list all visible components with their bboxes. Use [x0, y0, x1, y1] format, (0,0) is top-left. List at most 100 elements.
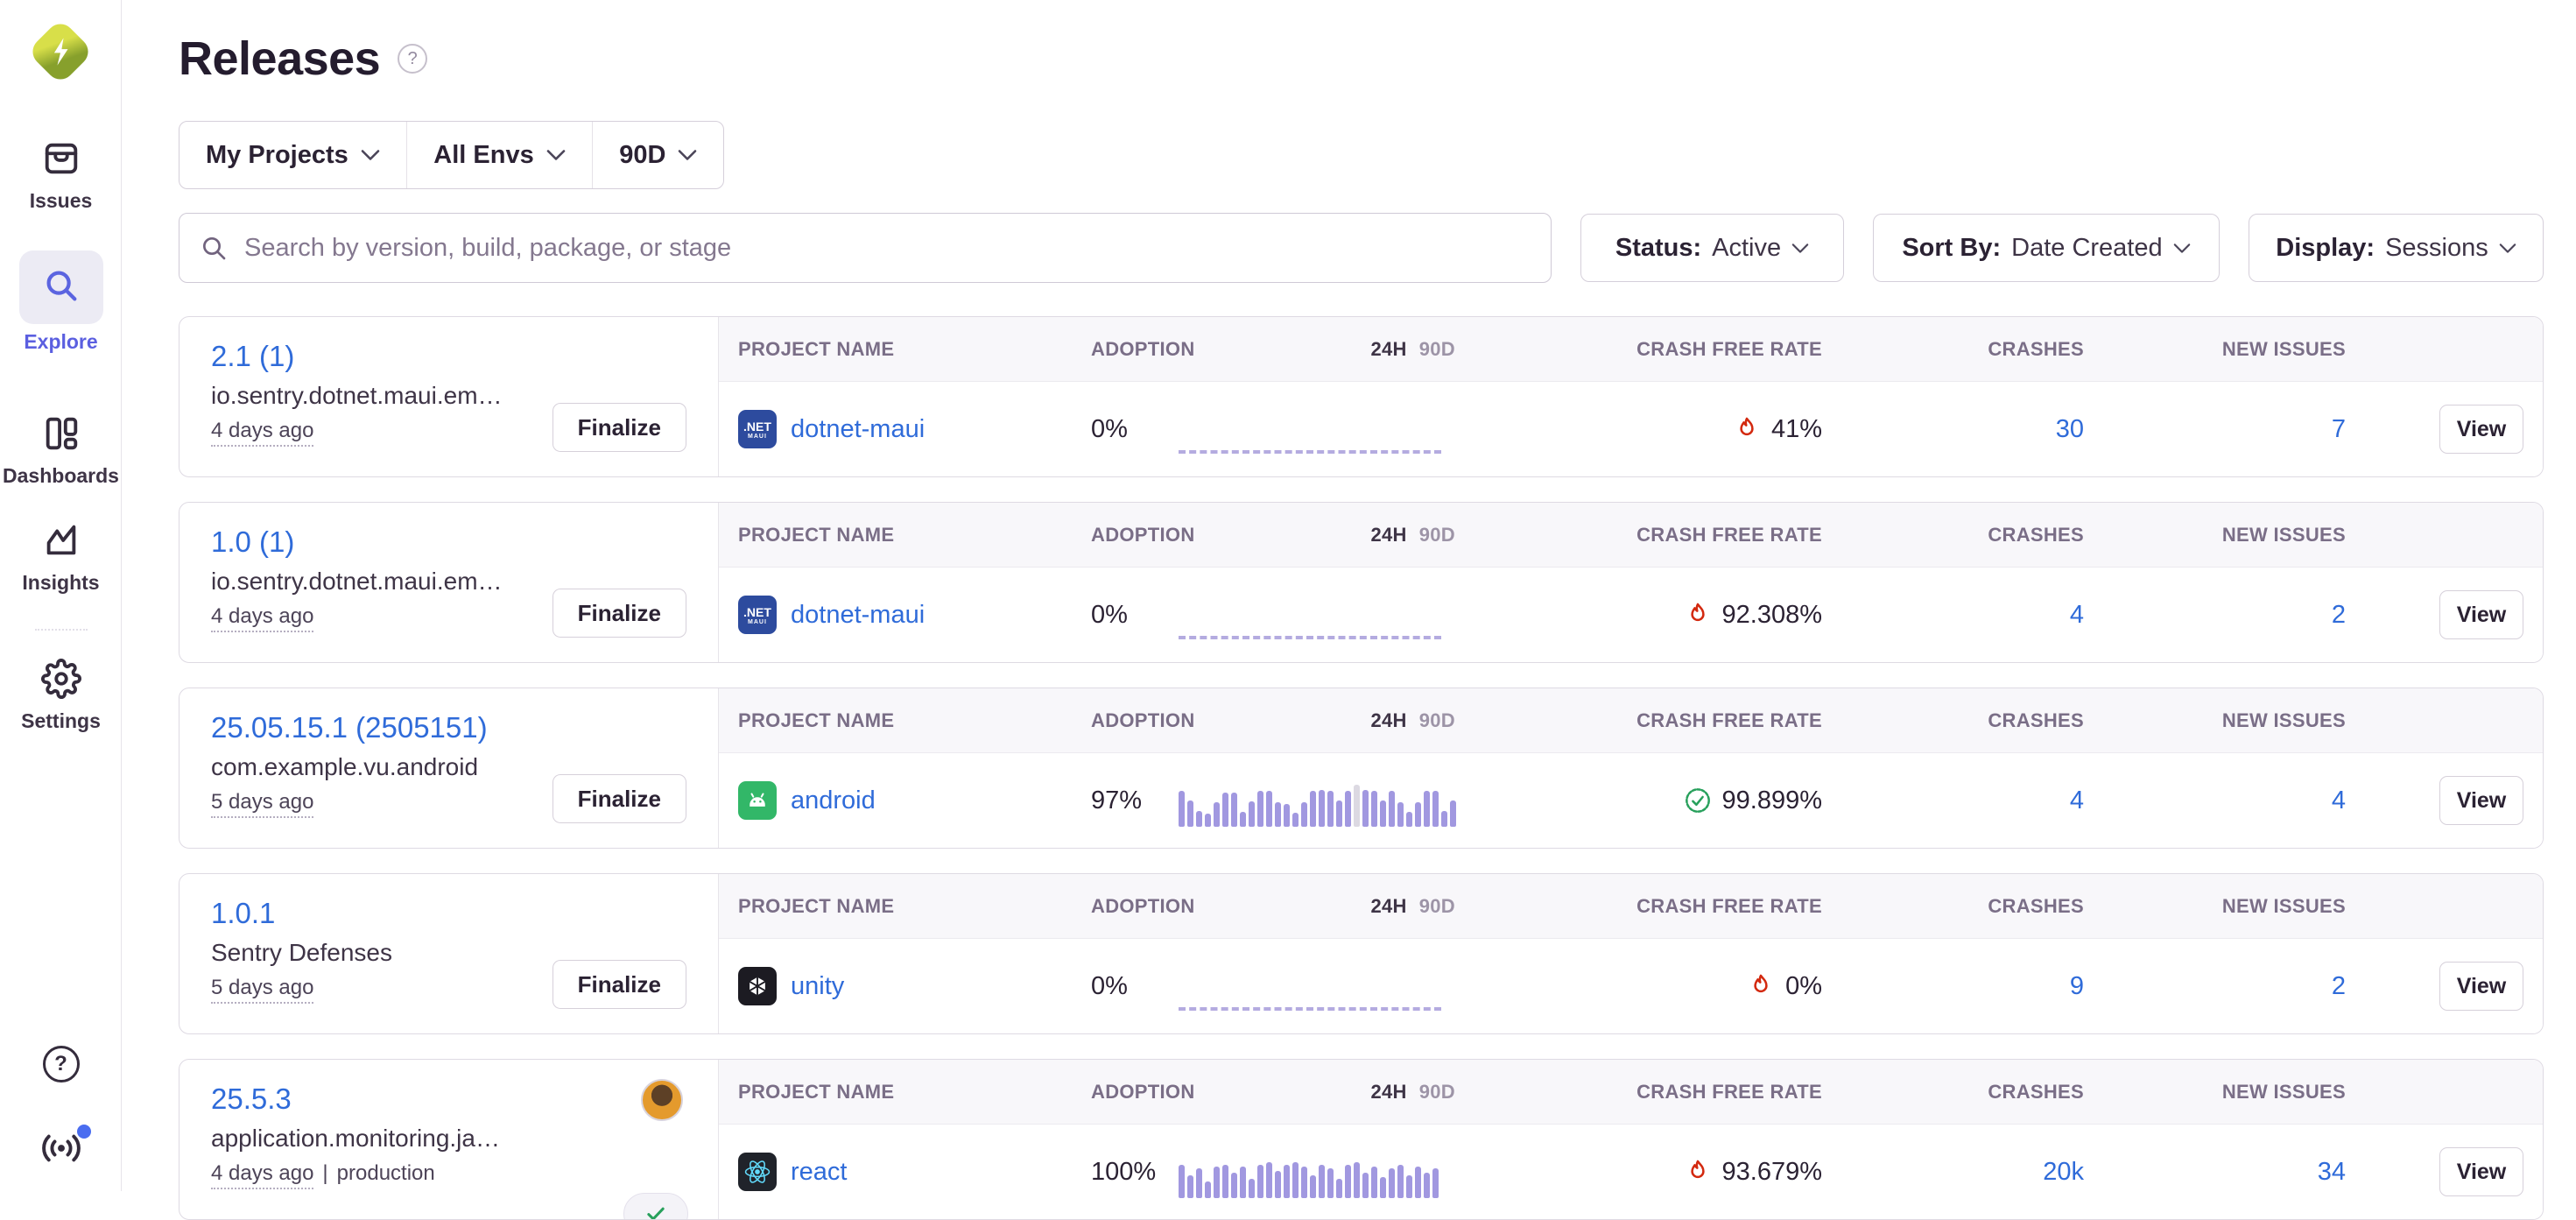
sentry-logo[interactable] — [32, 23, 89, 81]
chevron-down-icon — [2173, 243, 2191, 254]
no-data-dashed-line — [1179, 1007, 1441, 1011]
column-header-90d: 90D — [1419, 524, 1455, 547]
page-filter-bar: My Projects All Envs 90D — [179, 121, 724, 189]
crashes-link[interactable]: 30 — [2056, 415, 2084, 444]
view-button[interactable]: View — [2439, 590, 2523, 639]
display-dropdown[interactable]: Display: Sessions — [2249, 214, 2544, 282]
session-bar — [1336, 800, 1342, 827]
column-header-project: PROJECT NAME — [719, 338, 1091, 361]
projects-filter-label: My Projects — [206, 141, 348, 170]
check-circle-icon — [1684, 786, 1712, 815]
search-input[interactable] — [179, 213, 1552, 283]
session-bar — [1354, 1162, 1360, 1198]
session-bar — [1240, 812, 1246, 827]
column-header-90d: 90D — [1419, 338, 1455, 361]
sidebar-item-settings[interactable]: Settings — [0, 659, 122, 733]
android-icon — [738, 781, 777, 820]
release-version-link[interactable]: 25.05.15.1 (2505151) — [211, 711, 488, 744]
release-info-panel: 2.1 (1) io.sentry.dotnet.maui.em… 4 days… — [179, 317, 719, 476]
status-dropdown[interactable]: Status: Active — [1580, 214, 1844, 282]
new-issues-link[interactable]: 2 — [2332, 601, 2346, 630]
sessions-mini-chart — [1179, 753, 1467, 848]
new-issues-link[interactable]: 2 — [2332, 972, 2346, 1001]
session-bar — [1371, 791, 1377, 827]
release-created-ago[interactable]: 4 days ago — [211, 604, 313, 632]
sessions-mini-chart — [1179, 382, 1467, 476]
view-button[interactable]: View — [2439, 1147, 2523, 1196]
session-bar — [1406, 812, 1412, 827]
finalize-button[interactable]: Finalize — [553, 960, 686, 1009]
column-header-new-issues: NEW ISSUES — [2222, 709, 2346, 732]
release-card: 25.05.15.1 (2505151) com.example.vu.andr… — [179, 688, 2544, 849]
sessions-bar-chart — [1179, 785, 1456, 827]
release-created-ago[interactable]: 4 days ago — [211, 419, 313, 447]
new-issues-link[interactable]: 34 — [2318, 1158, 2346, 1187]
new-issues-link[interactable]: 4 — [2332, 786, 2346, 815]
session-bar — [1345, 1165, 1351, 1198]
crash-free-rate-cell: 41% — [1467, 415, 1822, 444]
help-button[interactable]: ? — [0, 1046, 122, 1082]
view-button[interactable]: View — [2439, 962, 2523, 1011]
finalized-check-badge[interactable] — [623, 1193, 688, 1220]
date-range-dropdown[interactable]: 90D — [593, 122, 723, 188]
question-circle-icon[interactable]: ? — [398, 44, 427, 74]
crashes-link[interactable]: 20k — [2043, 1158, 2084, 1187]
crashes-link[interactable]: 4 — [2070, 601, 2084, 630]
view-button[interactable]: View — [2439, 405, 2523, 454]
finalize-button[interactable]: Finalize — [553, 589, 686, 638]
session-bar — [1450, 800, 1456, 827]
crashes-link[interactable]: 9 — [2070, 972, 2084, 1001]
environment-filter-dropdown[interactable]: All Envs — [407, 122, 591, 188]
column-header-crashes: CRASHES — [1988, 709, 2084, 732]
crash-free-rate-value: 99.899% — [1722, 786, 1823, 815]
table-header-row: PROJECT NAME ADOPTION 24H 90D CRASH FREE… — [719, 688, 2543, 753]
project-link[interactable]: dotnet-maui — [791, 415, 925, 444]
column-header-crash-free-rate: CRASH FREE RATE — [1636, 709, 1822, 732]
release-card: 1.0.1 Sentry Defenses 5 days ago Finaliz… — [179, 873, 2544, 1034]
chevron-down-icon — [678, 149, 697, 161]
release-created-ago[interactable]: 5 days ago — [211, 790, 313, 818]
release-created-ago[interactable]: 5 days ago — [211, 976, 313, 1004]
release-project-table: PROJECT NAME ADOPTION 24H 90D CRASH FREE… — [719, 874, 2543, 1033]
column-header-24h: 24H — [1370, 709, 1406, 732]
session-bar — [1389, 791, 1395, 827]
release-version-link[interactable]: 1.0 (1) — [211, 525, 294, 558]
view-button[interactable]: View — [2439, 776, 2523, 825]
column-header-90d: 90D — [1419, 1081, 1455, 1104]
column-header-90d: 90D — [1419, 709, 1455, 732]
release-version-link[interactable]: 1.0.1 — [211, 897, 275, 929]
session-bar — [1362, 1173, 1369, 1198]
sidebar-item-dashboards[interactable]: Dashboards — [0, 413, 122, 488]
release-version-link[interactable]: 25.5.3 — [211, 1082, 292, 1115]
release-created-ago[interactable]: 4 days ago — [211, 1161, 313, 1189]
sidebar-item-label: Settings — [21, 709, 101, 733]
session-bar — [1196, 811, 1202, 827]
dashboards-icon — [41, 413, 81, 458]
projects-filter-dropdown[interactable]: My Projects — [179, 122, 406, 188]
project-link[interactable]: android — [791, 786, 876, 815]
table-header-row: PROJECT NAME ADOPTION 24H 90D CRASH FREE… — [719, 503, 2543, 568]
whats-new-button[interactable] — [0, 1130, 122, 1171]
session-bar — [1214, 802, 1220, 827]
project-link[interactable]: react — [791, 1158, 847, 1187]
session-bar — [1441, 811, 1447, 827]
session-bar — [1231, 793, 1237, 827]
crashes-link[interactable]: 4 — [2070, 786, 2084, 815]
display-label: Display: — [2276, 234, 2375, 263]
session-bar — [1424, 1173, 1430, 1198]
new-issues-link[interactable]: 7 — [2332, 415, 2346, 444]
project-link[interactable]: unity — [791, 972, 844, 1001]
sidebar-item-insights[interactable]: Insights — [0, 520, 122, 595]
sort-by-dropdown[interactable]: Sort By: Date Created — [1873, 214, 2220, 282]
finalize-button[interactable]: Finalize — [553, 403, 686, 452]
line-chart-icon — [41, 520, 81, 565]
release-version-link[interactable]: 2.1 (1) — [211, 340, 294, 372]
project-link[interactable]: dotnet-maui — [791, 601, 925, 630]
session-bar — [1301, 1167, 1307, 1198]
release-card: 1.0 (1) io.sentry.dotnet.maui.em… 4 days… — [179, 502, 2544, 663]
column-header-24h: 24H — [1370, 1081, 1406, 1104]
sidebar-item-explore[interactable]: Explore — [0, 250, 122, 354]
finalize-button[interactable]: Finalize — [553, 774, 686, 823]
sidebar-item-issues[interactable]: Issues — [0, 138, 122, 213]
inbox-icon — [41, 138, 81, 183]
